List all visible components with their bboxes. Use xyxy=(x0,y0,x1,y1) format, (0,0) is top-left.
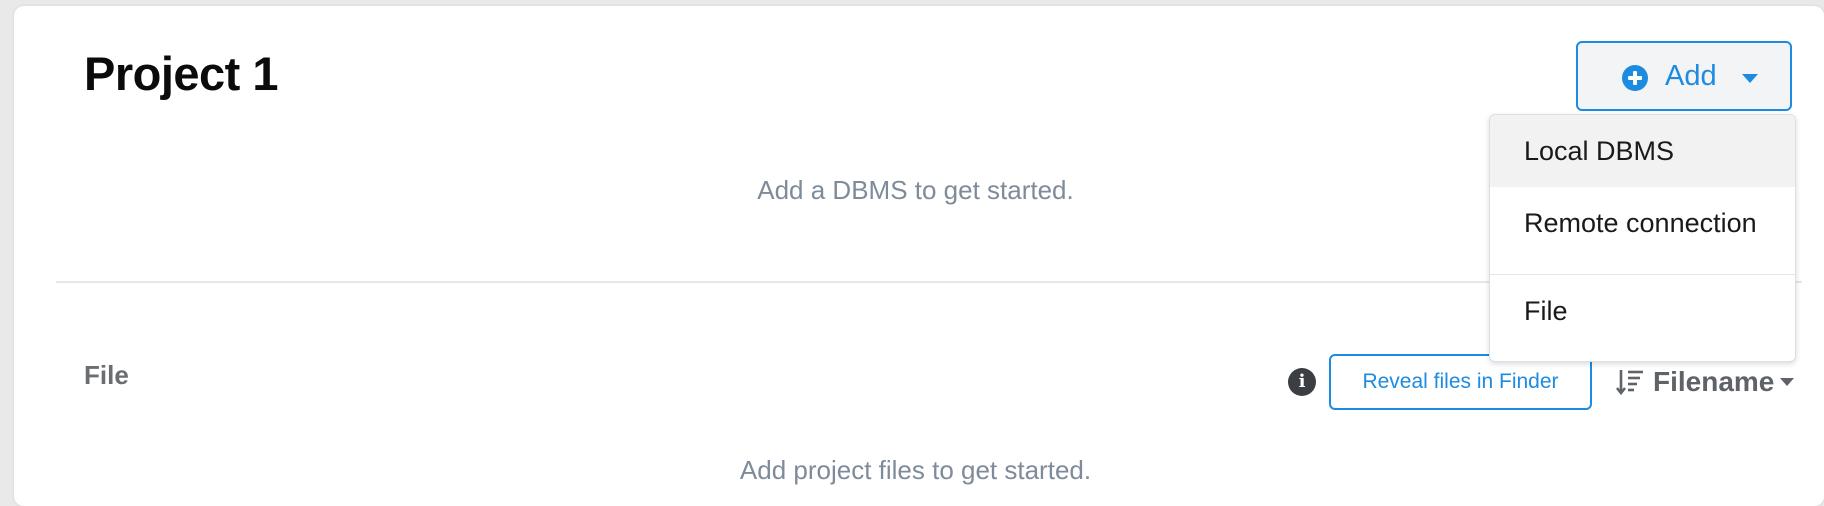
sort-dropdown[interactable]: Filename xyxy=(1615,364,1795,400)
add-button-label: Add xyxy=(1665,60,1717,92)
page-title: Project 1 xyxy=(84,47,279,100)
project-card: Project 1 Add Add a DBMS to get started.… xyxy=(14,6,1824,506)
add-dropdown-menu: Local DBMS Remote connection File xyxy=(1489,114,1796,362)
sort-label: Filename xyxy=(1653,366,1775,397)
menu-item-local-dbms[interactable]: Local DBMS xyxy=(1490,115,1795,187)
caret-down-icon xyxy=(1742,74,1758,83)
sort-descending-icon xyxy=(1615,370,1643,396)
reveal-files-button[interactable]: Reveal files in Finder xyxy=(1329,354,1592,410)
caret-down-icon xyxy=(1780,378,1795,386)
menu-item-remote-connection[interactable]: Remote connection xyxy=(1490,187,1795,259)
files-section-label: File xyxy=(84,360,129,390)
menu-item-file[interactable]: File xyxy=(1490,275,1795,347)
empty-files-message: Add project files to get started. xyxy=(739,455,1092,485)
add-button[interactable]: Add xyxy=(1576,41,1792,111)
info-icon[interactable]: i xyxy=(1288,368,1316,396)
plus-circle-icon xyxy=(1622,65,1648,91)
